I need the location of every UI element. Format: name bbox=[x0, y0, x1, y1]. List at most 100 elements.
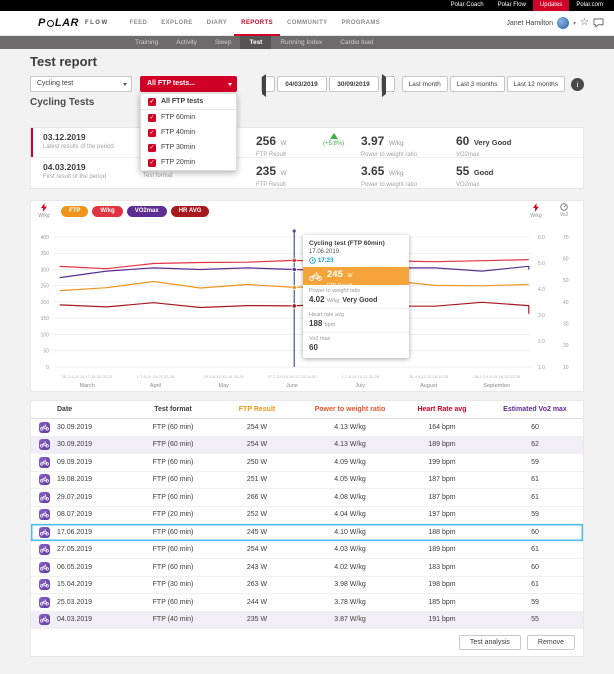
selection-dot-w-kg[interactable] bbox=[292, 258, 296, 262]
col-estimated-vo2-max[interactable]: Estimated Vo2 max bbox=[489, 406, 581, 413]
table-row-25.03.2019[interactable]: 25.03.2019 FTP (60 min) 244 W 3.78 W/kg … bbox=[31, 594, 583, 612]
checkbox-icon[interactable]: ✓ bbox=[148, 159, 156, 167]
right-vo2-tick: 60 bbox=[563, 256, 569, 262]
summary-row-first[interactable]: 04.03.2019 First result of the period FT… bbox=[31, 158, 583, 188]
dropdown-option-ftp-60min[interactable]: ✓ FTP 60min bbox=[141, 110, 236, 125]
subnav-item-sleep[interactable]: Sleep bbox=[206, 36, 241, 49]
nav-item-feed[interactable]: FEED bbox=[123, 11, 155, 36]
summary-first-wkg: 3.65 bbox=[361, 164, 384, 178]
month-label: August bbox=[420, 383, 438, 389]
favorites-star-icon[interactable]: ☆ bbox=[580, 18, 589, 28]
checkbox-icon[interactable]: ✓ bbox=[148, 98, 156, 106]
topbar-link-polar-com[interactable]: Polar.com bbox=[569, 0, 610, 11]
test-analysis-button[interactable]: Test analysis bbox=[459, 635, 521, 650]
right-axis-unit-vo2: Vo2 bbox=[553, 203, 575, 218]
table-row-04.03.2019[interactable]: 04.03.2019 FTP (40 min) 235 W 3.87 W/kg … bbox=[31, 612, 583, 630]
cell-test-format: FTP (40 min) bbox=[137, 616, 209, 623]
topbar-link-polar-coach[interactable]: Polar Coach bbox=[444, 0, 491, 11]
dropdown-option-ftp-20min[interactable]: ✓FTP 20min bbox=[141, 155, 236, 170]
col-heart-rate-avg[interactable]: Heart Rate avg bbox=[395, 406, 489, 413]
cell-heart-rate: 188 bpm bbox=[395, 529, 489, 536]
col-ftp-result[interactable]: FTP Result bbox=[209, 406, 305, 413]
left-axis-unit: W/kg bbox=[33, 203, 55, 219]
cycling-sport-icon bbox=[39, 457, 50, 468]
chevron-down-icon bbox=[228, 83, 232, 86]
week-ticks: 1-7 8-14 15-21 22-28 bbox=[341, 374, 379, 379]
table-row-29.07.2019[interactable]: 29.07.2019 FTP (60 min) 266 W 4.08 W/kg … bbox=[31, 489, 583, 507]
legend-hr-avg[interactable]: HR AVG bbox=[171, 206, 210, 217]
left-axis-tick: 0 bbox=[46, 365, 49, 371]
table-row-09.09.2019[interactable]: 09.09.2019 FTP (60 min) 250 W 4.09 W/kg … bbox=[31, 454, 583, 472]
selection-dot-hr-avg[interactable] bbox=[292, 304, 296, 308]
table-row-19.08.2019[interactable]: 19.08.2019 FTP (60 min) 251 W 4.05 W/kg … bbox=[31, 472, 583, 490]
sport-select-value: Cycling test bbox=[37, 80, 73, 87]
info-button[interactable]: i bbox=[571, 78, 584, 91]
table-row-17.06.2019[interactable]: 17.06.2019 FTP (60 min) 245 W 4.10 W/kg … bbox=[31, 524, 583, 542]
user-name[interactable]: Janet Hamilton bbox=[506, 20, 553, 27]
table-row-30.09.2019[interactable]: 30.09.2019 FTP (60 min) 254 W 4.13 W/kg … bbox=[31, 437, 583, 455]
col-test-format[interactable]: Test format bbox=[137, 406, 209, 413]
selection-dot-vo2max[interactable] bbox=[292, 267, 296, 271]
summary-first-format-caption: Test format bbox=[143, 173, 190, 179]
start-date-input[interactable]: 04/03/2019 bbox=[277, 76, 327, 92]
subnav: TrainingActivitySleepTestRunning IndexCa… bbox=[0, 36, 614, 49]
nav-item-reports[interactable]: REPORTS bbox=[234, 11, 280, 36]
nav-item-diary[interactable]: DIARY bbox=[200, 11, 234, 36]
nav-item-programs[interactable]: PROGRAMS bbox=[335, 11, 388, 36]
table-row-15.04.2019[interactable]: 15.04.2019 FTP (30 min) 263 W 3.98 W/kg … bbox=[31, 577, 583, 595]
dropdown-option-ftp-30min[interactable]: ✓FTP 30min bbox=[141, 140, 236, 155]
cell-test-format: FTP (60 min) bbox=[137, 494, 209, 501]
subnav-item-training[interactable]: Training bbox=[126, 36, 167, 49]
nav-item-community[interactable]: COMMUNITY bbox=[280, 11, 335, 36]
range-button-last-3-months[interactable]: Last 3 months bbox=[450, 76, 505, 92]
dropdown-option-label: FTP 60min bbox=[161, 114, 195, 121]
topbar-link-polar-flow[interactable]: Polar Flow bbox=[491, 0, 533, 11]
polar-logo[interactable]: PLAR bbox=[38, 17, 79, 29]
end-date-input[interactable]: 30/09/2019 bbox=[329, 76, 379, 92]
prev-period-button[interactable] bbox=[261, 76, 275, 92]
avatar[interactable] bbox=[557, 17, 569, 29]
cell-power-to-weight: 4.13 W/kg bbox=[305, 424, 395, 431]
dropdown-option-ftp-40min[interactable]: ✓FTP 40min bbox=[141, 125, 236, 140]
checkbox-icon[interactable]: ✓ bbox=[148, 129, 156, 137]
table-row-08.07.2019[interactable]: 08.07.2019 FTP (20 min) 252 W 4.04 W/kg … bbox=[31, 507, 583, 525]
table-row-30.09.2019[interactable]: 30.09.2019 FTP (60 min) 254 W 4.13 W/kg … bbox=[31, 419, 583, 437]
remove-button[interactable]: Remove bbox=[527, 635, 575, 650]
arrow-right-icon bbox=[382, 74, 386, 97]
table-row-27.05.2019[interactable]: 27.05.2019 FTP (60 min) 254 W 4.03 W/kg … bbox=[31, 542, 583, 560]
month-label: April bbox=[150, 383, 161, 389]
legend-vo2max[interactable]: VO2max bbox=[127, 206, 167, 217]
dropdown-option-all-ftp-tests[interactable]: ✓All FTP tests bbox=[141, 94, 236, 110]
table-row-06.05.2019[interactable]: 06.05.2019 FTP (60 min) 243 W 4.02 W/kg … bbox=[31, 559, 583, 577]
legend-wkg[interactable]: W/kg bbox=[92, 206, 122, 217]
sport-select[interactable]: Cycling test bbox=[30, 76, 132, 92]
selection-dot-ftp[interactable] bbox=[292, 285, 296, 289]
main-nav: FEEDEXPLOREDIARYREPORTSCOMMUNITYPROGRAMS bbox=[123, 11, 388, 36]
subnav-item-activity[interactable]: Activity bbox=[167, 36, 206, 49]
range-button-last-12-months[interactable]: Last 12 months bbox=[507, 76, 565, 92]
summary-latest-wkg: 3.97 bbox=[361, 134, 384, 148]
topbar-link-updates[interactable]: Updates bbox=[533, 0, 569, 11]
range-button-last-month[interactable]: Last month bbox=[402, 76, 448, 92]
next-period-button[interactable] bbox=[381, 76, 395, 92]
feedback-bubble-icon[interactable] bbox=[593, 18, 604, 28]
cell-power-to-weight: 3.98 W/kg bbox=[305, 581, 395, 588]
subnav-item-test[interactable]: Test bbox=[240, 36, 271, 49]
col-date[interactable]: Date bbox=[57, 406, 137, 413]
ftp-test-select[interactable]: All FTP tests... bbox=[140, 76, 237, 92]
summary-row-latest[interactable]: 03.12.2019 Latest results of the period … bbox=[31, 128, 583, 158]
col-power-to-weight[interactable]: Power to weight ratio bbox=[305, 406, 395, 413]
checkbox-icon[interactable]: ✓ bbox=[148, 114, 156, 122]
header-right: Janet Hamilton ▾ ☆ bbox=[506, 17, 604, 29]
page-title: Test report bbox=[30, 54, 97, 69]
subnav-item-running-index[interactable]: Running Index bbox=[271, 36, 331, 49]
cell-vo2: 59 bbox=[489, 599, 581, 606]
nav-item-explore[interactable]: EXPLORE bbox=[154, 11, 199, 36]
left-axis-tick: 250 bbox=[41, 284, 50, 290]
subnav-item-cardio-load[interactable]: Cardio load bbox=[331, 36, 382, 49]
legend-ftp[interactable]: FTP bbox=[61, 206, 88, 217]
cell-ftp-result: 254 W bbox=[209, 424, 305, 431]
brand-lar: LAR bbox=[55, 17, 79, 29]
chevron-down-icon[interactable]: ▾ bbox=[573, 20, 576, 27]
checkbox-icon[interactable]: ✓ bbox=[148, 144, 156, 152]
